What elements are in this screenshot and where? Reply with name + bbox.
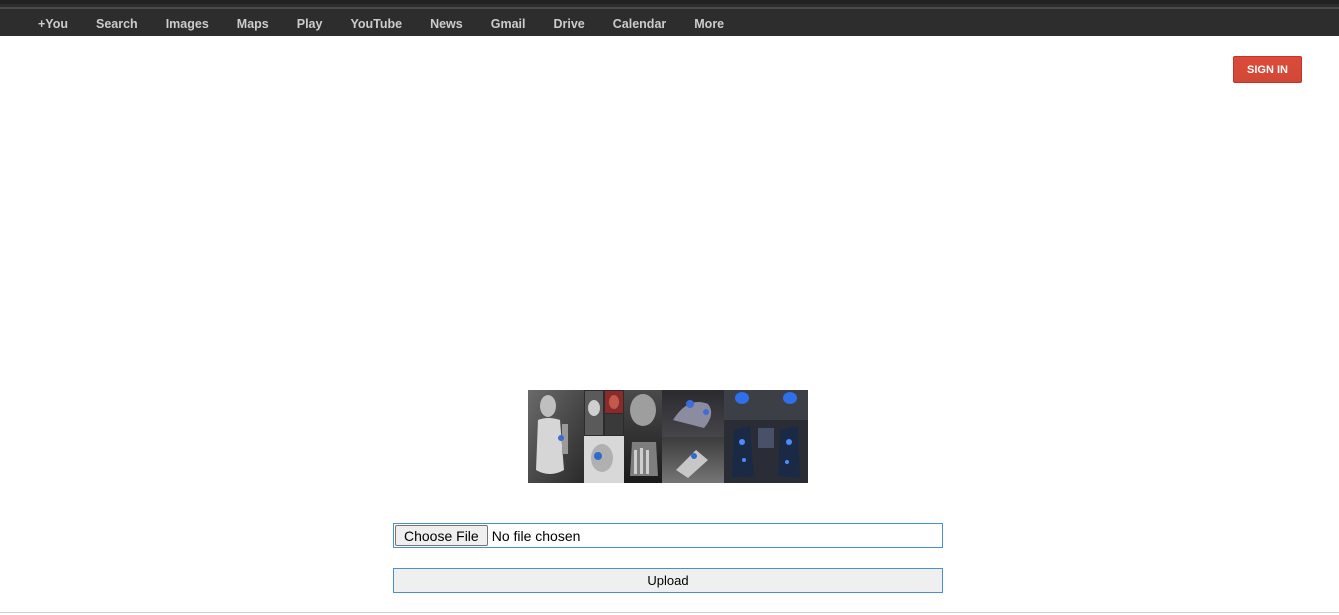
file-status-text: No file chosen bbox=[491, 527, 581, 544]
sign-in-button[interactable]: SIGN IN bbox=[1233, 56, 1302, 83]
nav-item-search[interactable]: Search bbox=[82, 17, 152, 31]
nav-item-drive[interactable]: Drive bbox=[539, 17, 598, 31]
nav-item-images[interactable]: Images bbox=[152, 17, 223, 31]
nav-item-news[interactable]: News bbox=[416, 17, 477, 31]
file-input[interactable]: Choose File No file chosen bbox=[393, 523, 943, 548]
nav-item-calendar[interactable]: Calendar bbox=[599, 17, 681, 31]
nav-item-more[interactable]: More bbox=[680, 17, 738, 31]
bottom-divider bbox=[0, 612, 1339, 613]
choose-file-button[interactable]: Choose File bbox=[395, 525, 488, 546]
nav-item-maps[interactable]: Maps bbox=[223, 17, 283, 31]
upload-button[interactable]: Upload bbox=[393, 568, 943, 593]
top-navigation-bar: +You Search Images Maps Play YouTube New… bbox=[0, 0, 1339, 36]
nav-menu: +You Search Images Maps Play YouTube New… bbox=[24, 8, 738, 40]
nav-item-play[interactable]: Play bbox=[283, 17, 337, 31]
nav-item-you[interactable]: +You bbox=[24, 17, 82, 31]
nav-item-gmail[interactable]: Gmail bbox=[477, 17, 540, 31]
robot-collage-image bbox=[528, 390, 808, 483]
nav-item-youtube[interactable]: YouTube bbox=[336, 17, 416, 31]
